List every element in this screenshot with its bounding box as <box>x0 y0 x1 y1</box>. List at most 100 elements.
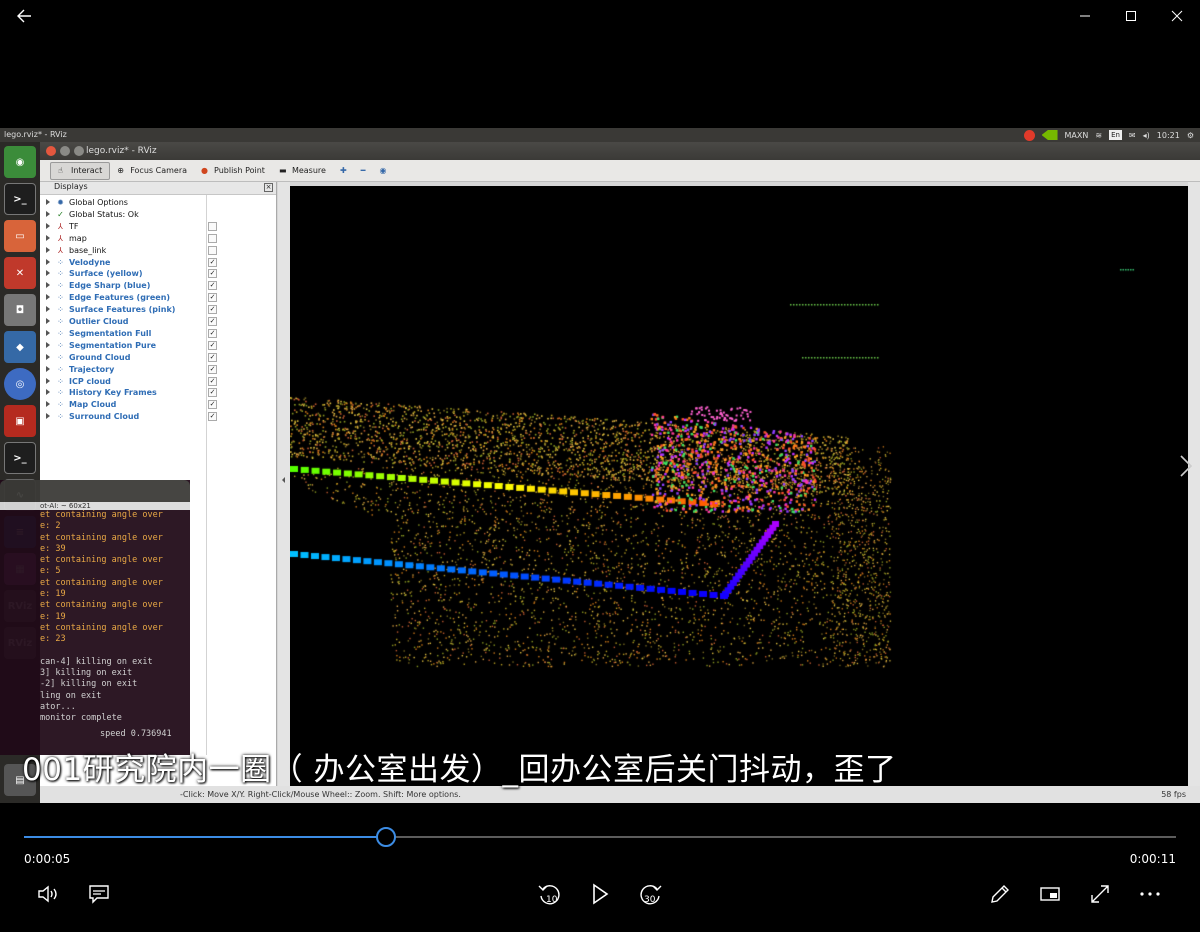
display-item[interactable]: ⁘ Velodyne ✓ <box>40 257 277 269</box>
seek-thumb[interactable] <box>375 827 396 847</box>
camera-icon[interactable]: ◘ <box>4 294 36 326</box>
expand-arrow-icon[interactable] <box>46 282 50 289</box>
display-item[interactable]: ⁘ Surface (yellow) ✓ <box>40 268 277 280</box>
seek-bar[interactable] <box>24 827 1176 847</box>
axes-icon: ⅄ <box>58 245 63 255</box>
edit-button[interactable] <box>982 876 1018 912</box>
back-button[interactable] <box>6 0 42 32</box>
display-checkbox[interactable] <box>208 245 217 255</box>
display-checkbox[interactable]: ✓ <box>208 269 217 279</box>
volume-button[interactable] <box>31 876 67 912</box>
chromium-icon[interactable]: ◎ <box>4 368 36 400</box>
display-checkbox[interactable]: ✓ <box>208 328 217 338</box>
display-item[interactable]: ⁘ Segmentation Pure ✓ <box>40 340 277 352</box>
display-checkbox[interactable]: ✓ <box>208 293 217 303</box>
display-checkbox[interactable]: ✓ <box>208 317 217 326</box>
display-checkbox[interactable] <box>208 221 217 231</box>
display-checkbox[interactable]: ✓ <box>208 257 217 267</box>
terminal-title: ot-AI: ~ 60x21 <box>0 502 190 510</box>
forward-30-button[interactable]: 30 <box>632 876 668 912</box>
expand-arrow-icon[interactable] <box>46 270 50 277</box>
collapse-left-icon <box>282 477 285 483</box>
rewind-10-button[interactable]: 10 <box>532 876 568 912</box>
system-settings-icon[interactable]: ✕ <box>4 257 36 289</box>
display-checkbox[interactable]: ✓ <box>208 376 217 386</box>
expand-arrow-icon[interactable] <box>46 234 50 241</box>
display-checkbox[interactable]: ✓ <box>208 340 217 350</box>
mini-view-button[interactable] <box>1032 876 1068 912</box>
expand-arrow-icon[interactable] <box>46 341 50 348</box>
display-checkbox[interactable]: ✓ <box>208 388 217 398</box>
right-splitter[interactable] <box>1188 182 1200 799</box>
expand-arrow-icon[interactable] <box>46 329 50 336</box>
expand-arrow-icon[interactable] <box>46 222 50 229</box>
app-red-icon[interactable]: ▣ <box>4 405 36 437</box>
3d-viewport[interactable] <box>290 186 1200 786</box>
next-arrow-icon[interactable] <box>1178 454 1194 478</box>
display-item[interactable]: ⁘ History Key Frames ✓ <box>40 387 277 399</box>
display-item[interactable]: ⁘ Ground Cloud ✓ <box>40 352 277 364</box>
add-tool-button[interactable]: ✚ <box>333 162 354 180</box>
software-center-icon[interactable]: ◆ <box>4 331 36 363</box>
ubuntu-dash-icon[interactable]: ◉ <box>4 146 36 178</box>
display-item[interactable]: ⅄ TF <box>40 221 277 233</box>
subtitles-button[interactable] <box>81 876 117 912</box>
display-checkbox[interactable]: ✓ <box>208 305 217 315</box>
camera-type-button[interactable]: ◉ <box>372 162 393 180</box>
expand-arrow-icon[interactable] <box>46 353 50 360</box>
expand-arrow-icon[interactable] <box>46 401 50 408</box>
expand-arrow-icon[interactable] <box>46 389 50 396</box>
expand-arrow-icon[interactable] <box>46 413 50 420</box>
expand-arrow-icon[interactable] <box>46 365 50 372</box>
maximize-button[interactable] <box>1108 0 1154 32</box>
display-item[interactable]: ⁘ Edge Sharp (blue) ✓ <box>40 280 277 292</box>
display-label: Trajectory <box>69 364 115 374</box>
play-button[interactable] <box>582 876 618 912</box>
display-item[interactable]: ⅄ map <box>40 233 277 245</box>
left-splitter[interactable] <box>278 182 290 799</box>
more-options-button[interactable] <box>1132 876 1168 912</box>
display-checkbox[interactable]: ✓ <box>208 352 217 362</box>
interact-tool[interactable]: ☝ Interact <box>50 161 111 180</box>
display-checkbox[interactable]: ✓ <box>208 412 217 422</box>
measure-tool[interactable]: ▬ Measure <box>272 162 333 180</box>
terminal-line: et containing angle over <box>40 510 163 520</box>
remove-tool-button[interactable]: ━ <box>354 162 373 180</box>
close-button[interactable] <box>1154 0 1200 32</box>
files-icon[interactable]: ▭ <box>4 220 36 252</box>
expand-arrow-icon[interactable] <box>46 294 50 301</box>
display-item[interactable]: ⁘ Trajectory ✓ <box>40 364 277 376</box>
clock: 10:21 <box>1156 130 1180 140</box>
fullscreen-button[interactable] <box>1082 876 1118 912</box>
video-frame[interactable]: lego.rviz* - RViz MAXN ≋ En ✉ ◂) 10:21 ⚙… <box>0 128 1200 803</box>
display-item[interactable]: ⅄ base_link <box>40 245 277 257</box>
expand-arrow-icon[interactable] <box>46 306 50 313</box>
focus-camera-tool[interactable]: ⊕ Focus Camera <box>110 162 194 180</box>
display-item[interactable]: ⁘ Map Cloud ✓ <box>40 399 277 411</box>
display-item[interactable]: ✓ Global Status: Ok <box>40 209 277 221</box>
close-panel-icon[interactable]: × <box>264 183 273 192</box>
terminal-window[interactable]: ot-AI: ~ 60x21 et containing angle over e… <box>0 480 190 755</box>
expand-arrow-icon[interactable] <box>46 377 50 384</box>
display-item[interactable]: ⁘ Edge Features (green) ✓ <box>40 292 277 304</box>
display-item[interactable]: ✹ Global Options <box>40 197 277 209</box>
terminal-icon-2[interactable]: >_ <box>4 442 36 474</box>
display-item[interactable]: ⁘ ICP cloud ✓ <box>40 376 277 388</box>
window-buttons[interactable] <box>46 146 84 156</box>
expand-arrow-icon[interactable] <box>46 199 50 205</box>
minimize-button[interactable] <box>1062 0 1108 32</box>
expand-arrow-icon[interactable] <box>46 246 50 253</box>
display-item[interactable]: ⁘ Surround Cloud ✓ <box>40 411 277 423</box>
display-item[interactable]: ⁘ Segmentation Full ✓ <box>40 328 277 340</box>
display-checkbox[interactable] <box>208 233 217 243</box>
display-checkbox[interactable]: ✓ <box>208 364 217 374</box>
terminal-icon[interactable]: >_ <box>4 183 36 215</box>
display-checkbox[interactable]: ✓ <box>208 281 217 291</box>
publish-point-tool[interactable]: ● Publish Point <box>194 162 272 180</box>
expand-arrow-icon[interactable] <box>46 210 50 217</box>
display-item[interactable]: ⁘ Surface Features (pink) ✓ <box>40 304 277 316</box>
expand-arrow-icon[interactable] <box>46 258 50 265</box>
display-checkbox[interactable]: ✓ <box>208 400 217 410</box>
display-item[interactable]: ⁘ Outlier Cloud ✓ <box>40 316 277 328</box>
expand-arrow-icon[interactable] <box>46 318 50 324</box>
